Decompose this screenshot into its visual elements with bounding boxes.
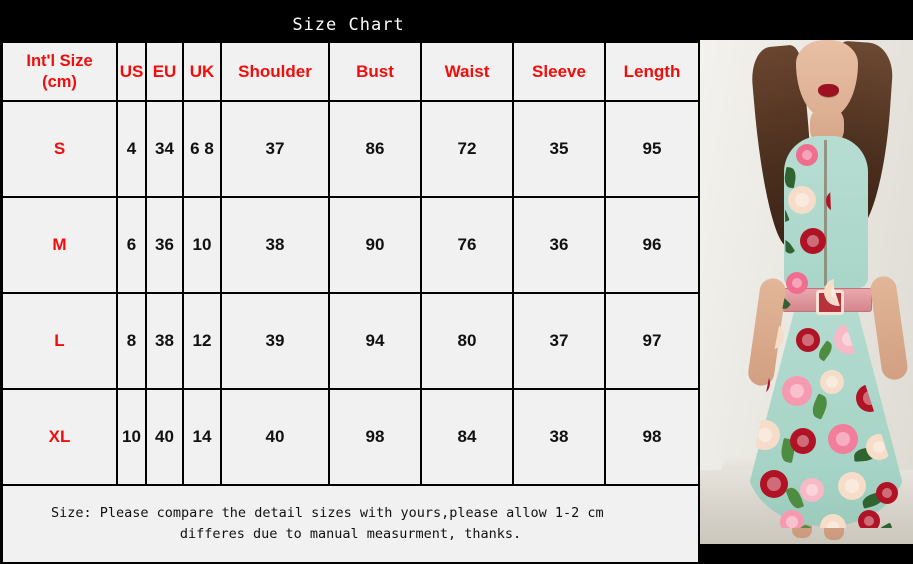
dress-placket xyxy=(824,140,827,286)
dress-belt-buckle xyxy=(816,290,844,315)
table-row: L 8 38 12 39 94 80 37 97 xyxy=(1,292,700,390)
footer-row: Size: Please compare the detail sizes wi… xyxy=(1,484,700,564)
header-intl-line2: (cm) xyxy=(42,72,77,91)
cell-uk-xl: 14 xyxy=(182,388,222,486)
cell-length-s: 95 xyxy=(604,100,700,198)
measurement-note: Size: Please compare the detail sizes wi… xyxy=(1,484,700,564)
cell-sleeve-l: 37 xyxy=(512,292,606,390)
cell-waist-xl: 84 xyxy=(420,388,514,486)
column-header-waist: Waist xyxy=(420,41,514,102)
cell-waist-m: 76 xyxy=(420,196,514,294)
cell-us-s: 4 xyxy=(116,100,147,198)
cell-length-m: 96 xyxy=(604,196,700,294)
cell-shoulder-xl: 40 xyxy=(220,388,330,486)
cell-bust-l: 94 xyxy=(328,292,422,390)
cell-size-s: S xyxy=(1,100,118,198)
cell-uk-l: 12 xyxy=(182,292,222,390)
cell-us-m: 6 xyxy=(116,196,147,294)
cell-eu-s: 34 xyxy=(145,100,184,198)
size-table: Int'l Size (cm) US EU UK Shoulder Bust W… xyxy=(1,41,700,564)
table-header: Int'l Size (cm) US EU UK Shoulder Bust W… xyxy=(1,41,700,102)
cell-us-l: 8 xyxy=(116,292,147,390)
column-header-sleeve: Sleeve xyxy=(512,41,606,102)
note-line-2: differes due to manual measurment, thank… xyxy=(179,526,522,542)
product-photo xyxy=(700,40,913,544)
cell-size-m: M xyxy=(1,196,118,294)
page-title: Size Chart xyxy=(292,15,405,35)
cell-size-xl: XL xyxy=(1,388,118,486)
cell-sleeve-s: 35 xyxy=(512,100,606,198)
column-header-shoulder: Shoulder xyxy=(220,41,330,102)
column-header-uk: UK xyxy=(182,41,222,102)
table-body: S 4 34 6 8 37 86 72 35 95 M 6 36 10 38 9… xyxy=(1,100,700,486)
cell-size-l: L xyxy=(1,292,118,390)
cell-eu-xl: 40 xyxy=(145,388,184,486)
cell-uk-s: 6 8 xyxy=(182,100,222,198)
cell-shoulder-m: 38 xyxy=(220,196,330,294)
cell-bust-s: 86 xyxy=(328,100,422,198)
header-row: Int'l Size (cm) US EU UK Shoulder Bust W… xyxy=(1,41,700,102)
model-lips xyxy=(818,84,839,97)
column-header-intl-size: Int'l Size (cm) xyxy=(1,41,118,102)
column-header-bust: Bust xyxy=(328,41,422,102)
cell-uk-m: 10 xyxy=(182,196,222,294)
table-row: XL 10 40 14 40 98 84 38 98 xyxy=(1,388,700,486)
cell-eu-m: 36 xyxy=(145,196,184,294)
cell-eu-l: 38 xyxy=(145,292,184,390)
cell-waist-l: 80 xyxy=(420,292,514,390)
cell-bust-m: 90 xyxy=(328,196,422,294)
column-header-eu: EU xyxy=(145,41,184,102)
cell-waist-s: 72 xyxy=(420,100,514,198)
cell-length-xl: 98 xyxy=(604,388,700,486)
size-chart-image: Size Chart Int'l Size (cm) US EU UK Shou… xyxy=(0,0,913,564)
size-table-container: Int'l Size (cm) US EU UK Shoulder Bust W… xyxy=(1,41,700,564)
cell-length-l: 97 xyxy=(604,292,700,390)
header-intl-line1: Int'l Size xyxy=(26,51,93,70)
note-line-1: Size: Please compare the detail sizes wi… xyxy=(51,505,604,522)
cell-sleeve-xl: 38 xyxy=(512,388,606,486)
table-row: M 6 36 10 38 90 76 36 96 xyxy=(1,196,700,294)
table-footer: Size: Please compare the detail sizes wi… xyxy=(1,484,700,564)
table-row: S 4 34 6 8 37 86 72 35 95 xyxy=(1,100,700,198)
cell-us-xl: 10 xyxy=(116,388,147,486)
column-header-us: US xyxy=(116,41,147,102)
cell-shoulder-l: 39 xyxy=(220,292,330,390)
column-header-length: Length xyxy=(604,41,700,102)
cell-sleeve-m: 36 xyxy=(512,196,606,294)
cell-bust-xl: 98 xyxy=(328,388,422,486)
cell-shoulder-s: 37 xyxy=(220,100,330,198)
